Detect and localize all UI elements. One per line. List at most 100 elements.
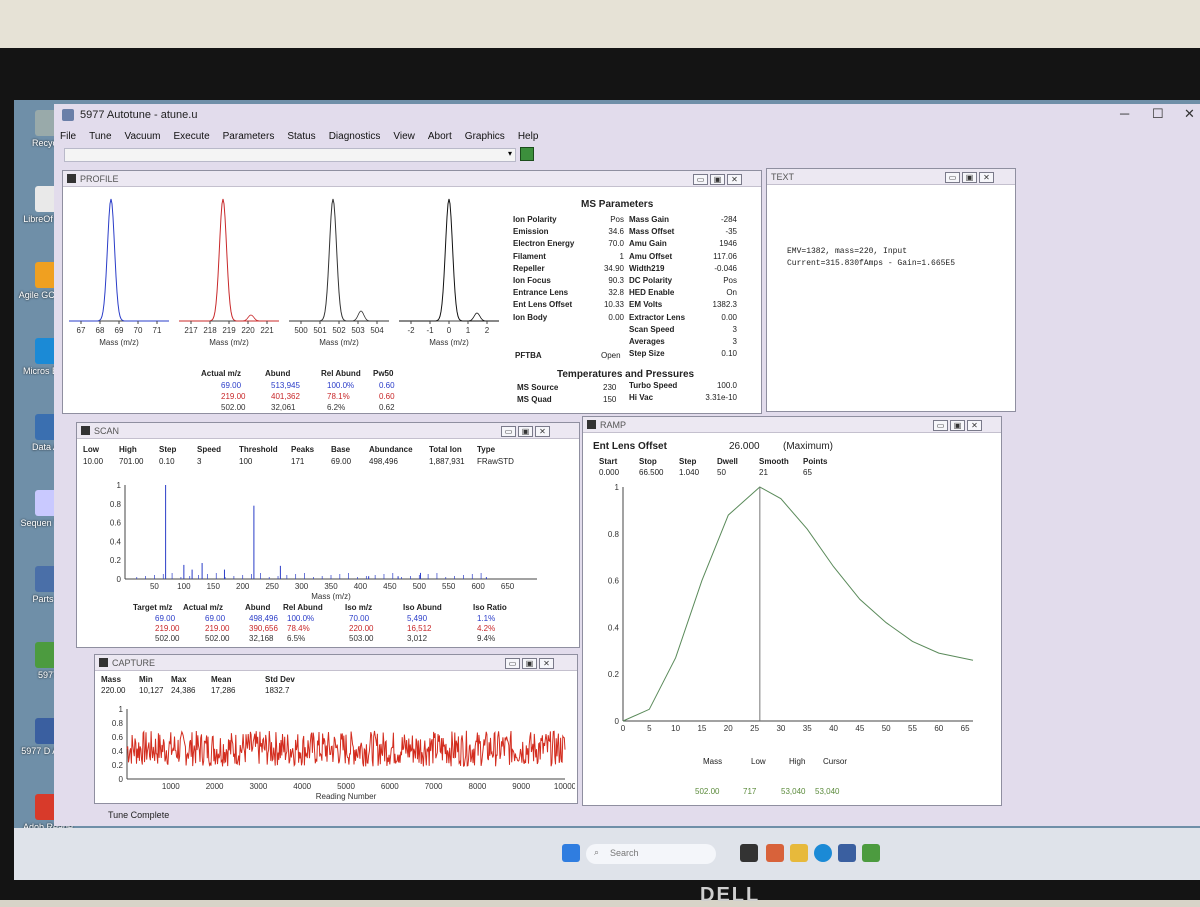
- scan-table-header: Iso m/z: [345, 603, 373, 612]
- scan-header: Abundance: [369, 445, 413, 454]
- pane-minimize-icon[interactable]: ▭: [945, 172, 960, 183]
- window-title: 5977 Autotune - atune.u: [80, 109, 198, 121]
- close-icon[interactable]: ✕: [1184, 106, 1195, 122]
- ms-param-label: Step Size: [629, 349, 665, 359]
- profile-table-header: Abund: [265, 369, 291, 378]
- capture-trace: [126, 730, 566, 768]
- scan-x-tick: 250: [265, 582, 279, 591]
- pane-close-icon[interactable]: ✕: [967, 420, 982, 431]
- ramp-y-tick: 1: [615, 483, 620, 492]
- pane-minimize-icon[interactable]: ▭: [933, 420, 948, 431]
- pftba-value: Open: [601, 351, 621, 360]
- taskbar-search[interactable]: ⌕ Search: [586, 844, 716, 864]
- menu-status[interactable]: Status: [287, 131, 315, 142]
- text-line-2: Current=315.830fAmps - Gain=1.665E5: [787, 259, 956, 268]
- menu-help[interactable]: Help: [518, 131, 539, 142]
- menu-parameters[interactable]: Parameters: [223, 131, 275, 142]
- ramp-chart: 1 0.8 0.6 0.4 0.2 00 5 10 15 20 25 30 35 40 45 50 55 60 65: [608, 483, 974, 733]
- ramp-value: 26.000: [729, 441, 760, 452]
- brand-logo: DELL: [700, 884, 761, 906]
- ramp-header: Dwell: [717, 457, 738, 466]
- profile-table-cell: 0.62: [379, 403, 395, 412]
- menu-execute[interactable]: Execute: [174, 131, 210, 142]
- menu-file[interactable]: File: [60, 131, 76, 142]
- menu-tune[interactable]: Tune: [89, 131, 111, 142]
- scan-table-cell: 3,012: [407, 634, 428, 643]
- profile-table-header: Actual m/z: [201, 369, 242, 378]
- pane-close-icon[interactable]: ✕: [727, 174, 742, 185]
- pane-minimize-icon[interactable]: ▭: [693, 174, 708, 185]
- ms-param-value: 0.00: [721, 312, 737, 322]
- autotune-task-icon[interactable]: [862, 844, 880, 862]
- pane-close-icon[interactable]: ✕: [535, 426, 550, 437]
- pane-restore-icon[interactable]: ▣: [950, 420, 965, 431]
- pane-close-icon[interactable]: ✕: [539, 658, 554, 669]
- menu-diagnostics[interactable]: Diagnostics: [329, 131, 381, 142]
- menu-abort[interactable]: Abort: [428, 131, 452, 142]
- ramp-curve: [622, 486, 974, 722]
- pane-restore-icon[interactable]: ▣: [962, 172, 977, 183]
- scan-table-header: Iso Ratio: [473, 603, 507, 612]
- scan-value: 171: [291, 457, 305, 466]
- ramp-y-tick: 0.6: [608, 577, 620, 586]
- text-pane-title: TEXT ▭ ▣ ✕: [767, 169, 1015, 185]
- profile-table-cell: 69.00: [221, 381, 242, 390]
- ramp-footer-header: Cursor: [823, 757, 848, 766]
- menu-vacuum[interactable]: Vacuum: [125, 131, 161, 142]
- scan-x-tick: 400: [354, 582, 368, 591]
- start-icon[interactable]: [562, 844, 580, 862]
- maximize-icon[interactable]: ☐: [1152, 106, 1164, 122]
- ramp-parameter-name: Ent Lens Offset: [593, 441, 667, 452]
- run-button[interactable]: [520, 147, 534, 161]
- scan-table-cell: 220.00: [349, 624, 374, 633]
- menu-graphics[interactable]: Graphics: [465, 131, 505, 142]
- ramp-value-cell: 21: [759, 468, 768, 477]
- toolbar: ▾: [54, 146, 1200, 164]
- scan-x-tick: 500: [413, 582, 427, 591]
- edge-browser-icon[interactable]: [814, 844, 832, 862]
- pane-restore-icon[interactable]: ▣: [522, 658, 537, 669]
- profile-table-cell: 0.60: [379, 381, 395, 390]
- widgets-icon[interactable]: [766, 844, 784, 862]
- pane-minimize-icon[interactable]: ▭: [505, 658, 520, 669]
- ramp-y-tick: 0: [615, 717, 620, 726]
- pane-restore-icon[interactable]: ▣: [710, 174, 725, 185]
- task-view-icon[interactable]: [740, 844, 758, 862]
- pane-minimize-icon[interactable]: ▭: [501, 426, 516, 437]
- profile-tick-label: 71: [153, 326, 162, 335]
- store-icon[interactable]: [838, 844, 856, 862]
- scan-table-header: Abund: [245, 603, 271, 612]
- menu-view[interactable]: View: [393, 131, 415, 142]
- ramp-x-tick: 40: [829, 724, 838, 733]
- capture-header: Mean: [211, 675, 232, 684]
- file-explorer-icon[interactable]: [790, 844, 808, 862]
- profile-peak-3: [399, 198, 499, 322]
- method-select[interactable]: ▾: [64, 148, 516, 162]
- scan-value: 498,496: [369, 457, 398, 466]
- scan-header: Speed: [197, 445, 222, 454]
- profile-table-cell: 100.0%: [327, 381, 355, 390]
- ms-param-value: On: [726, 288, 737, 298]
- ms-param-label: HED Enable: [629, 288, 675, 298]
- profile-table-cell: 78.1%: [327, 392, 350, 401]
- scan-table-cell: 78.4%: [287, 624, 310, 633]
- temp-label: MS Quad: [517, 395, 552, 404]
- scan-table-cell: 32,168: [249, 634, 274, 643]
- ramp-x-tick: 55: [908, 724, 917, 733]
- ramp-value-cell: 65: [803, 468, 812, 477]
- capture-x-tick: 3000: [250, 782, 268, 791]
- ms-param-value: 70.0: [608, 239, 624, 249]
- pane-icon: [99, 658, 108, 667]
- scan-table-cell: 390,656: [249, 624, 278, 633]
- profile-tick-label: 1: [466, 326, 471, 335]
- scan-table-cell: 5,490: [407, 614, 428, 623]
- scan-header: Peaks: [291, 445, 315, 454]
- capture-header: Mass: [101, 675, 122, 684]
- ms-param-value: 1946: [719, 239, 737, 249]
- pane-restore-icon[interactable]: ▣: [518, 426, 533, 437]
- text-pane: TEXT ▭ ▣ ✕ EMV=1382, mass=220, Input Curre…: [766, 168, 1016, 412]
- ms-param-label: Ent Lens Offset: [513, 300, 573, 310]
- minimize-icon[interactable]: ─: [1120, 106, 1129, 121]
- status-bar: Tune Complete: [108, 810, 170, 820]
- pane-close-icon[interactable]: ✕: [979, 172, 994, 183]
